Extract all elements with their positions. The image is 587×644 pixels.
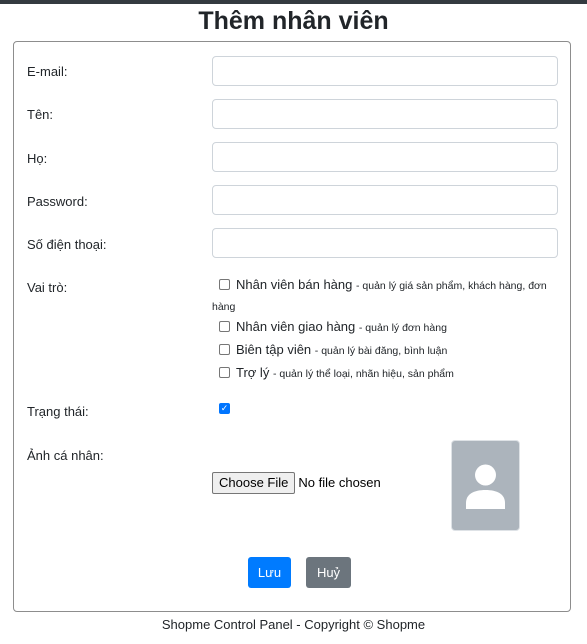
phone-field[interactable] xyxy=(212,228,558,258)
user-icon xyxy=(466,464,505,509)
role-checkbox-editor[interactable] xyxy=(219,344,230,356)
role-item-assistant: Trợ lý - quản lý thể loại, nhãn hiệu, sả… xyxy=(212,363,558,384)
role-description: - quản lý bài đăng, bình luận xyxy=(314,345,448,357)
role-description: - quản lý thể loại, nhãn hiệu, sản phẩm xyxy=(272,368,454,380)
password-label: Password: xyxy=(27,194,88,209)
file-status: No file chosen xyxy=(298,475,381,490)
first-name-label: Tên: xyxy=(27,107,54,122)
role-description: - quản lý đơn hàng xyxy=(358,322,447,334)
role-checkbox-assistant[interactable] xyxy=(219,367,230,379)
status-checkbox[interactable]: ✓ xyxy=(219,403,230,414)
role-item-sales: Nhân viên bán hàng - quản lý giá sản phẩ… xyxy=(212,275,558,317)
checkmark-icon: ✓ xyxy=(220,403,229,413)
role-item-shipping: Nhân viên giao hàng - quản lý đơn hàng xyxy=(212,317,558,338)
save-button[interactable]: Lưu xyxy=(248,557,291,588)
role-name: Nhân viên bán hàng xyxy=(236,277,353,292)
role-name: Trợ lý xyxy=(236,365,270,380)
roles-label: Vai trò: xyxy=(27,280,68,295)
avatar-placeholder xyxy=(451,440,520,531)
top-bar xyxy=(0,0,587,4)
email-label: E-mail: xyxy=(27,64,68,79)
photo-label: Ảnh cá nhân: xyxy=(27,448,104,463)
footer-copyright: Shopme Control Panel - Copyright © Shopm… xyxy=(161,617,426,632)
role-name: Nhân viên giao hàng xyxy=(236,319,356,334)
role-name: Biên tập viên xyxy=(236,342,312,357)
last-name-field[interactable] xyxy=(212,142,558,172)
password-field[interactable] xyxy=(212,185,558,215)
page-title: Thêm nhân viên xyxy=(198,7,389,35)
role-checkbox-sales[interactable] xyxy=(219,279,230,291)
status-label: Trạng thái: xyxy=(27,404,89,419)
role-item-editor: Biên tập viên - quản lý bài đăng, bình l… xyxy=(212,340,558,361)
choose-file-button[interactable]: Choose File xyxy=(212,472,296,494)
file-input: Choose File No file chosen xyxy=(212,472,381,494)
last-name-label: Họ: xyxy=(27,151,48,166)
email-field[interactable] xyxy=(212,56,558,86)
first-name-field[interactable] xyxy=(212,99,558,129)
phone-label: Số điện thoại: xyxy=(27,237,107,252)
cancel-button[interactable]: Huỷ xyxy=(306,557,351,588)
role-checkbox-shipping[interactable] xyxy=(219,321,230,333)
employee-form: E-mail: Tên: Họ: Password: Số điện thoại… xyxy=(13,41,571,612)
